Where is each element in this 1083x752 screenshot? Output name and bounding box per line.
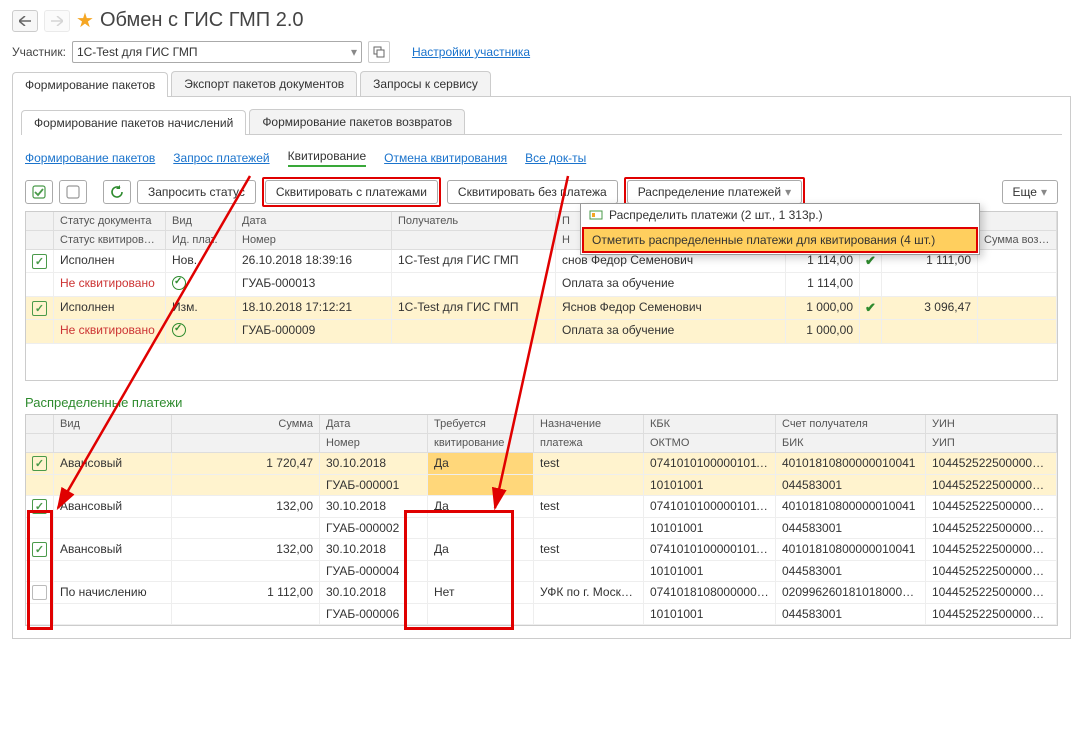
- request-status-button[interactable]: Запросить статус: [137, 180, 256, 204]
- participant-label: Участник:: [12, 45, 66, 59]
- g2-col-kbk[interactable]: КБК: [644, 415, 776, 433]
- chevron-down-icon: ▾: [1041, 185, 1047, 199]
- link-request-payments[interactable]: Запрос платежей: [173, 151, 269, 165]
- distribute-icon: [589, 208, 603, 222]
- table-row[interactable]: ГУАБ-000002 10101001 044583001 104452522…: [26, 518, 1057, 539]
- table-row[interactable]: ✓ Авансовый 1 720,47 30.10.2018 Да test …: [26, 453, 1057, 475]
- col-recipient[interactable]: Получатель: [392, 212, 556, 230]
- g2-col-sum[interactable]: Сумма: [172, 415, 320, 433]
- distribution-menu-button[interactable]: Распределение платежей ▾: [627, 180, 802, 204]
- col-status-kvit[interactable]: Статус квитирования: [54, 231, 166, 249]
- g2-col-kvit[interactable]: Требуется: [428, 415, 534, 433]
- g2-col-uin[interactable]: УИН: [926, 415, 1057, 433]
- page-title: Обмен с ГИС ГМП 2.0: [100, 9, 304, 32]
- more-button[interactable]: Еще ▾: [1002, 180, 1058, 204]
- kvit-no-payment-button[interactable]: Сквитировать без платежа: [447, 180, 618, 204]
- col-status-doc[interactable]: Статус документа: [54, 212, 166, 230]
- subtab-returns[interactable]: Формирование пакетов возвратов: [249, 109, 465, 134]
- participant-settings-link[interactable]: Настройки участника: [412, 45, 530, 59]
- g2-col-uip[interactable]: УИП: [926, 434, 1057, 452]
- uncheck-all-button[interactable]: [59, 180, 87, 204]
- g2-col-nazn[interactable]: Назначение: [534, 415, 644, 433]
- link-kvitirovanie[interactable]: Квитирование: [288, 149, 367, 167]
- col-number[interactable]: Номер: [236, 231, 392, 249]
- table-row[interactable]: ✓ Исполнен Изм. 18.10.2018 17:12:21 1С-T…: [26, 297, 1057, 320]
- distribution-menu-label: Распределение платежей: [638, 185, 781, 199]
- table-row[interactable]: ГУАБ-000004 10101001 044583001 104452522…: [26, 561, 1057, 582]
- favorite-star-icon[interactable]: ★: [76, 8, 94, 33]
- open-participant-button[interactable]: [368, 41, 390, 63]
- table-row[interactable]: ✓ Авансовый 132,00 30.10.2018 Да test 07…: [26, 496, 1057, 518]
- participant-select[interactable]: 1С-Test для ГИС ГМП ▾: [72, 41, 362, 63]
- distribution-dropdown: Распределить платежи (2 шт., 1 313р.) От…: [580, 203, 980, 255]
- table-row[interactable]: ГУАБ-000001 10101001 044583001 104452522…: [26, 475, 1057, 496]
- dd-item-distribute-label: Распределить платежи (2 шт., 1 313р.): [609, 208, 823, 222]
- link-cancel-kvit[interactable]: Отмена квитирования: [384, 151, 507, 165]
- more-label: Еще: [1013, 185, 1037, 199]
- g2-col-date[interactable]: Дата: [320, 415, 428, 433]
- dd-item-distribute[interactable]: Распределить платежи (2 шт., 1 313р.): [581, 204, 979, 226]
- col-vid[interactable]: Вид: [166, 212, 236, 230]
- chevron-down-icon: ▾: [785, 185, 791, 199]
- g2-col-oktmo[interactable]: ОКТМО: [644, 434, 776, 452]
- g2-col-vid[interactable]: Вид: [54, 415, 172, 433]
- col-id-plat[interactable]: Ид. плат.: [166, 231, 236, 249]
- table-row[interactable]: Не сквитировано ГУАБ-000013 Оплата за об…: [26, 273, 1057, 297]
- table-row[interactable]: . По начислению 1 112,00 30.10.2018 Нет …: [26, 582, 1057, 604]
- payments-grid: Вид Сумма Дата Требуется Назначение КБК …: [25, 414, 1058, 626]
- refresh-button[interactable]: [103, 180, 131, 204]
- g2-col-bik[interactable]: БИК: [776, 434, 926, 452]
- g2-col-acct[interactable]: Счет получателя: [776, 415, 926, 433]
- back-button[interactable]: [12, 10, 38, 32]
- table-row[interactable]: ГУАБ-000006 10101001 044583001 104452522…: [26, 604, 1057, 625]
- table-row[interactable]: Не сквитировано ГУАБ-000009 Оплата за об…: [26, 320, 1057, 344]
- dd-item-mark-distributed-label: Отметить распределенные платежи для квит…: [592, 233, 935, 247]
- subtab-charges[interactable]: Формирование пакетов начислений: [21, 110, 246, 135]
- participant-value: 1С-Test для ГИС ГМП: [77, 45, 197, 59]
- check-all-button[interactable]: [25, 180, 53, 204]
- link-all-docs[interactable]: Все док-ты: [525, 151, 586, 165]
- chevron-down-icon: ▾: [351, 45, 357, 59]
- link-form-packets[interactable]: Формирование пакетов: [25, 151, 155, 165]
- dd-item-mark-distributed[interactable]: Отметить распределенные платежи для квит…: [584, 229, 976, 251]
- distributed-payments-title: Распределенные платежи: [25, 395, 1058, 410]
- tab-service-requests[interactable]: Запросы к сервису: [360, 71, 491, 96]
- col-date[interactable]: Дата: [236, 212, 392, 230]
- table-row[interactable]: ✓ Авансовый 132,00 30.10.2018 Да test 07…: [26, 539, 1057, 561]
- g2-col-num[interactable]: Номер: [320, 434, 428, 452]
- kvit-with-payments-button[interactable]: Сквитировать с платежами: [265, 180, 438, 204]
- tab-packet-formation[interactable]: Формирование пакетов: [12, 72, 168, 97]
- forward-button[interactable]: [44, 10, 70, 32]
- tab-packet-export[interactable]: Экспорт пакетов документов: [171, 71, 357, 96]
- col-sum-return[interactable]: Сумма возврат: [978, 231, 1057, 249]
